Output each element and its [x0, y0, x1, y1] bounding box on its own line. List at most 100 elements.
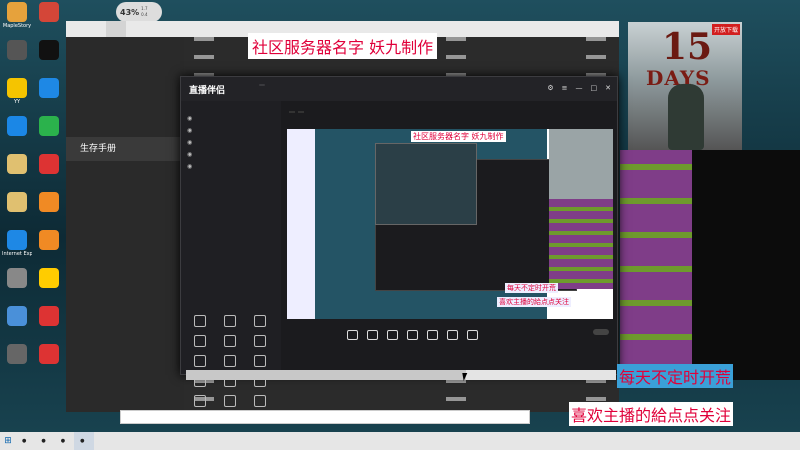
desktop-icon[interactable] [34, 344, 64, 380]
app-logo: 直播伴侣 [189, 86, 226, 96]
tool-button[interactable] [245, 395, 275, 409]
settings-icon[interactable]: ⚙ [547, 84, 553, 92]
bottom-toolbar [287, 323, 673, 347]
desktop-icon[interactable] [2, 154, 32, 190]
tool-icon [224, 335, 236, 347]
desktop-icon[interactable] [2, 116, 32, 152]
tool-button[interactable] [245, 315, 275, 329]
desktop-icon[interactable] [34, 230, 64, 266]
tool-button[interactable] [185, 395, 215, 409]
folder-icon [7, 192, 27, 212]
start-icon[interactable]: ⊞ [0, 432, 16, 450]
eye-icon[interactable]: ◉ [187, 139, 192, 146]
tool-button[interactable] [215, 355, 245, 369]
network-stats-bubble[interactable]: 43% 1.7 0.4 [116, 2, 162, 22]
desktop-icon[interactable] [34, 268, 64, 304]
overlay-banner-2: 喜欢主播的給点点关注 [569, 402, 734, 426]
tool-button[interactable] [185, 355, 215, 369]
bottom-toolbar-button[interactable] [347, 329, 358, 341]
bottom-toolbar-button[interactable] [447, 329, 458, 341]
taskbar-item[interactable]: ● [74, 432, 94, 450]
minimize-icon[interactable]: — [576, 84, 583, 92]
menu-icon[interactable]: ≡ [562, 84, 568, 92]
toolbar-icon [387, 329, 398, 340]
desktop-icon[interactable] [2, 268, 32, 304]
close-icon[interactable]: ✕ [605, 84, 611, 92]
desktop-icon[interactable] [34, 116, 64, 152]
toolbox-grid [185, 315, 279, 409]
taskbar-item[interactable]: ● [55, 432, 74, 450]
survival-manual-item[interactable]: 生存手册 [66, 137, 184, 161]
live-companion-window[interactable]: 直播伴侣 ⚙ ≡ — □ ✕ ◉ ◉ ◉ ◉ ◉ 社区服务器名字 妖九制作 每天… [180, 76, 618, 407]
go-live-button[interactable] [593, 329, 609, 335]
desktop-icon[interactable] [34, 40, 64, 76]
preview-title: 社区服务器名字 妖九制作 [411, 131, 506, 142]
tag[interactable] [298, 111, 304, 113]
tool-icon [194, 335, 206, 347]
desktop-icon[interactable] [34, 154, 64, 190]
eye-icon[interactable]: ◉ [187, 151, 192, 158]
stream-preview[interactable]: 社区服务器名字 妖九制作 每天不定时开荒 喜欢主播的給点点关注 [287, 129, 613, 319]
tool-button[interactable] [245, 335, 275, 349]
app-icon [7, 344, 27, 364]
desktop-icon[interactable] [34, 2, 64, 38]
eye-icon[interactable]: ◉ [187, 163, 192, 170]
tool-button[interactable] [215, 395, 245, 409]
desktop-icon[interactable] [2, 40, 32, 76]
search-bar[interactable] [120, 410, 530, 424]
tool-icon [224, 315, 236, 327]
background-tab-3[interactable] [106, 21, 126, 37]
app-icon [39, 154, 59, 174]
toolbar-icon [427, 329, 438, 340]
tool-button[interactable] [215, 315, 245, 329]
desktop-icon[interactable] [2, 192, 32, 228]
tool-button[interactable] [185, 315, 215, 329]
dark-side-panel [692, 150, 800, 380]
app-icon [39, 344, 59, 364]
desktop-icon[interactable] [2, 344, 32, 380]
layer-item[interactable]: ◉ [181, 148, 281, 160]
taskbar-item[interactable]: ● [35, 432, 54, 450]
gmail-icon [39, 2, 59, 22]
layer-item[interactable]: ◉ [181, 136, 281, 148]
bottom-toolbar-button[interactable] [367, 329, 378, 341]
app-icon [39, 192, 59, 212]
app-icon [39, 306, 59, 326]
taskbar-item[interactable]: ● [16, 432, 35, 450]
bottom-toolbar-button[interactable] [387, 329, 398, 341]
bottom-toolbar-button[interactable] [467, 329, 478, 341]
layer-item[interactable]: ◉ [181, 160, 281, 172]
desktop-icon[interactable] [34, 306, 64, 342]
bottom-toolbar-button[interactable] [407, 329, 418, 341]
background-tab-1[interactable] [66, 21, 86, 37]
tool-button[interactable] [245, 355, 275, 369]
desktop-icon[interactable]: Internet Explorer [2, 230, 32, 266]
toolbar-icon [467, 329, 478, 340]
desktop-icon-label: Internet Explorer [2, 251, 32, 257]
upload-speed: 1.7 [141, 6, 148, 11]
tool-button[interactable] [215, 335, 245, 349]
tool-icon [254, 355, 266, 367]
tag[interactable] [289, 111, 295, 113]
eye-icon[interactable]: ◉ [187, 127, 192, 134]
progress-bar[interactable] [186, 370, 616, 380]
desktop-icon[interactable] [2, 306, 32, 342]
preview-nested-window [375, 143, 477, 225]
browser-icon [39, 78, 59, 98]
maximize-icon[interactable]: □ [591, 84, 598, 92]
layer-item[interactable]: ◉ [181, 124, 281, 136]
window-titlebar[interactable]: 直播伴侣 ⚙ ≡ — □ ✕ [181, 77, 617, 101]
desktop-icon[interactable]: YY [2, 78, 32, 114]
bottom-toolbar-button[interactable] [427, 329, 438, 341]
desktop-icon[interactable]: MapleStory [2, 2, 32, 38]
desktop-icon[interactable] [34, 78, 64, 114]
eye-icon[interactable]: ◉ [187, 115, 192, 122]
background-tab-2[interactable] [86, 21, 106, 37]
preview-cover [549, 129, 613, 199]
server-name-overlay: 社区服务器名字 妖九制作 [248, 33, 438, 59]
layer-item[interactable]: ◉ [181, 112, 281, 124]
k-icon [7, 116, 27, 136]
tool-button[interactable] [185, 335, 215, 349]
desktop-icon[interactable] [34, 192, 64, 228]
preview-desktop-icons [287, 129, 315, 319]
